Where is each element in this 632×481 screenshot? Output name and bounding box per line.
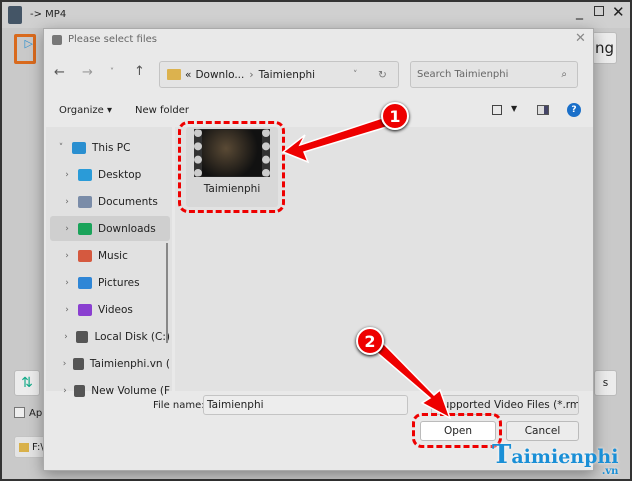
- annotation-badge-2: 2: [356, 327, 384, 355]
- annotation-arrows: [281, 116, 452, 420]
- watermark-suffix: .vn: [601, 466, 619, 477]
- arrow-to-file: [281, 116, 392, 164]
- watermark-logo: Taimienphi .vn: [492, 440, 619, 477]
- watermark-initial: T: [492, 440, 512, 470]
- arrow-to-open: [372, 340, 452, 420]
- watermark-text: aimienphi: [511, 446, 619, 468]
- annotation-badge-1: 1: [381, 102, 409, 130]
